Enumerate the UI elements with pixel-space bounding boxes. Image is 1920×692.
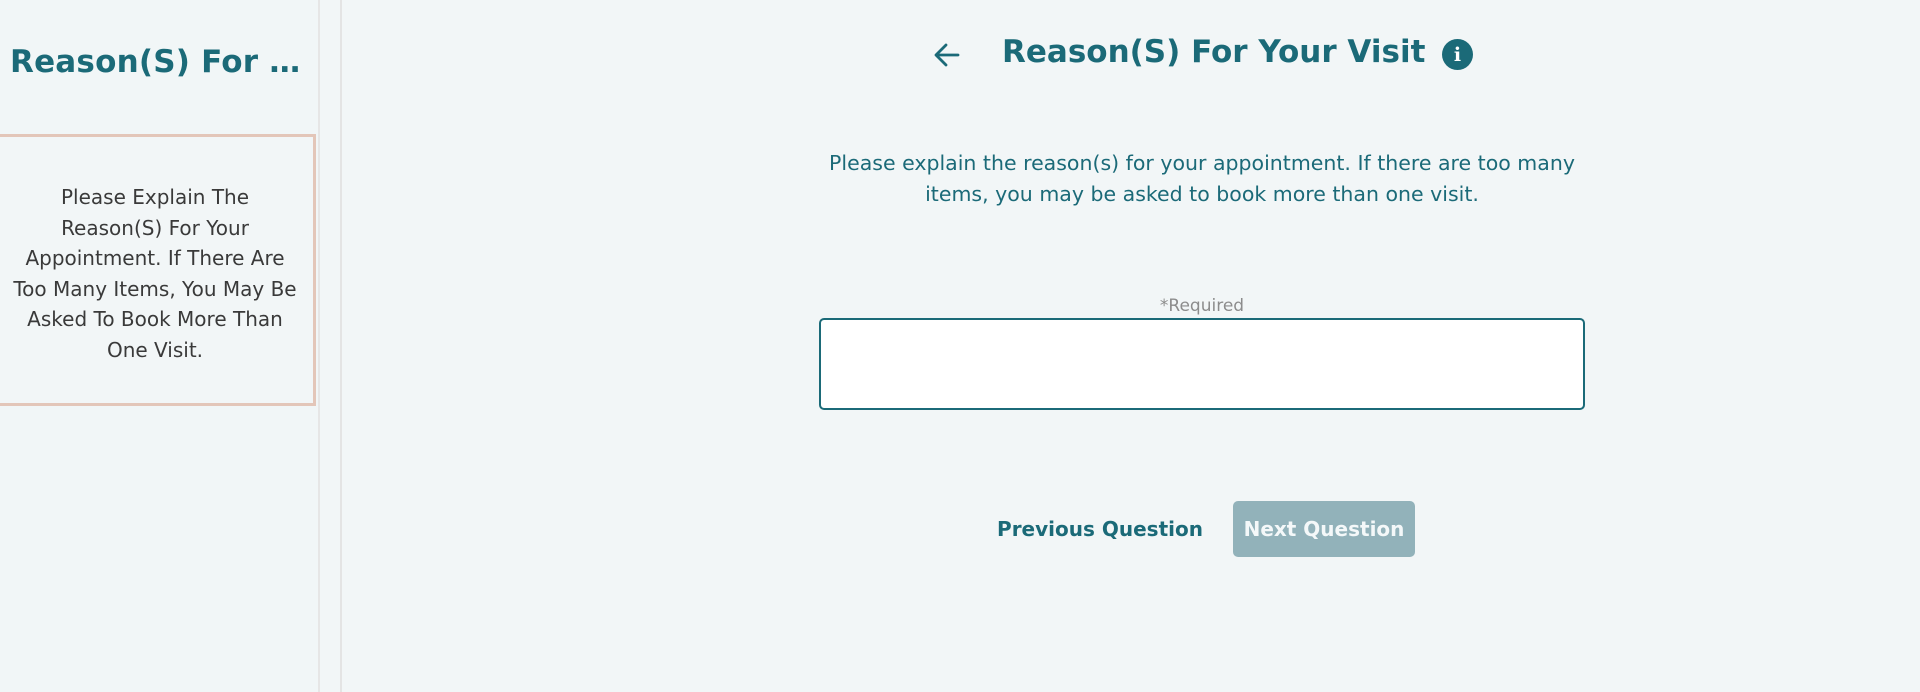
next-question-button[interactable]: Next Question [1233,501,1415,557]
question-instructions: Please explain the reason(s) for your ap… [829,151,1575,206]
sidebar: Reason(S) For Y... Please Explain The Re… [0,0,320,692]
info-button[interactable]: i [1442,39,1473,70]
sidebar-question-text: Please Explain The Reason(S) For Your Ap… [13,185,297,362]
required-label: *Required [1159,296,1245,316]
page: Reason(S) For Y... Please Explain The Re… [0,0,1920,692]
back-button[interactable] [930,38,964,72]
sidebar-divider [340,0,342,692]
page-title: Reason(S) For Your Visit [1002,34,1426,70]
sidebar-title[interactable]: Reason(S) For Y... [10,44,310,80]
previous-question-button[interactable]: Previous Question [990,504,1210,554]
reason-input[interactable] [819,318,1585,410]
arrow-left-icon [934,43,960,67]
info-icon: i [1453,43,1462,66]
